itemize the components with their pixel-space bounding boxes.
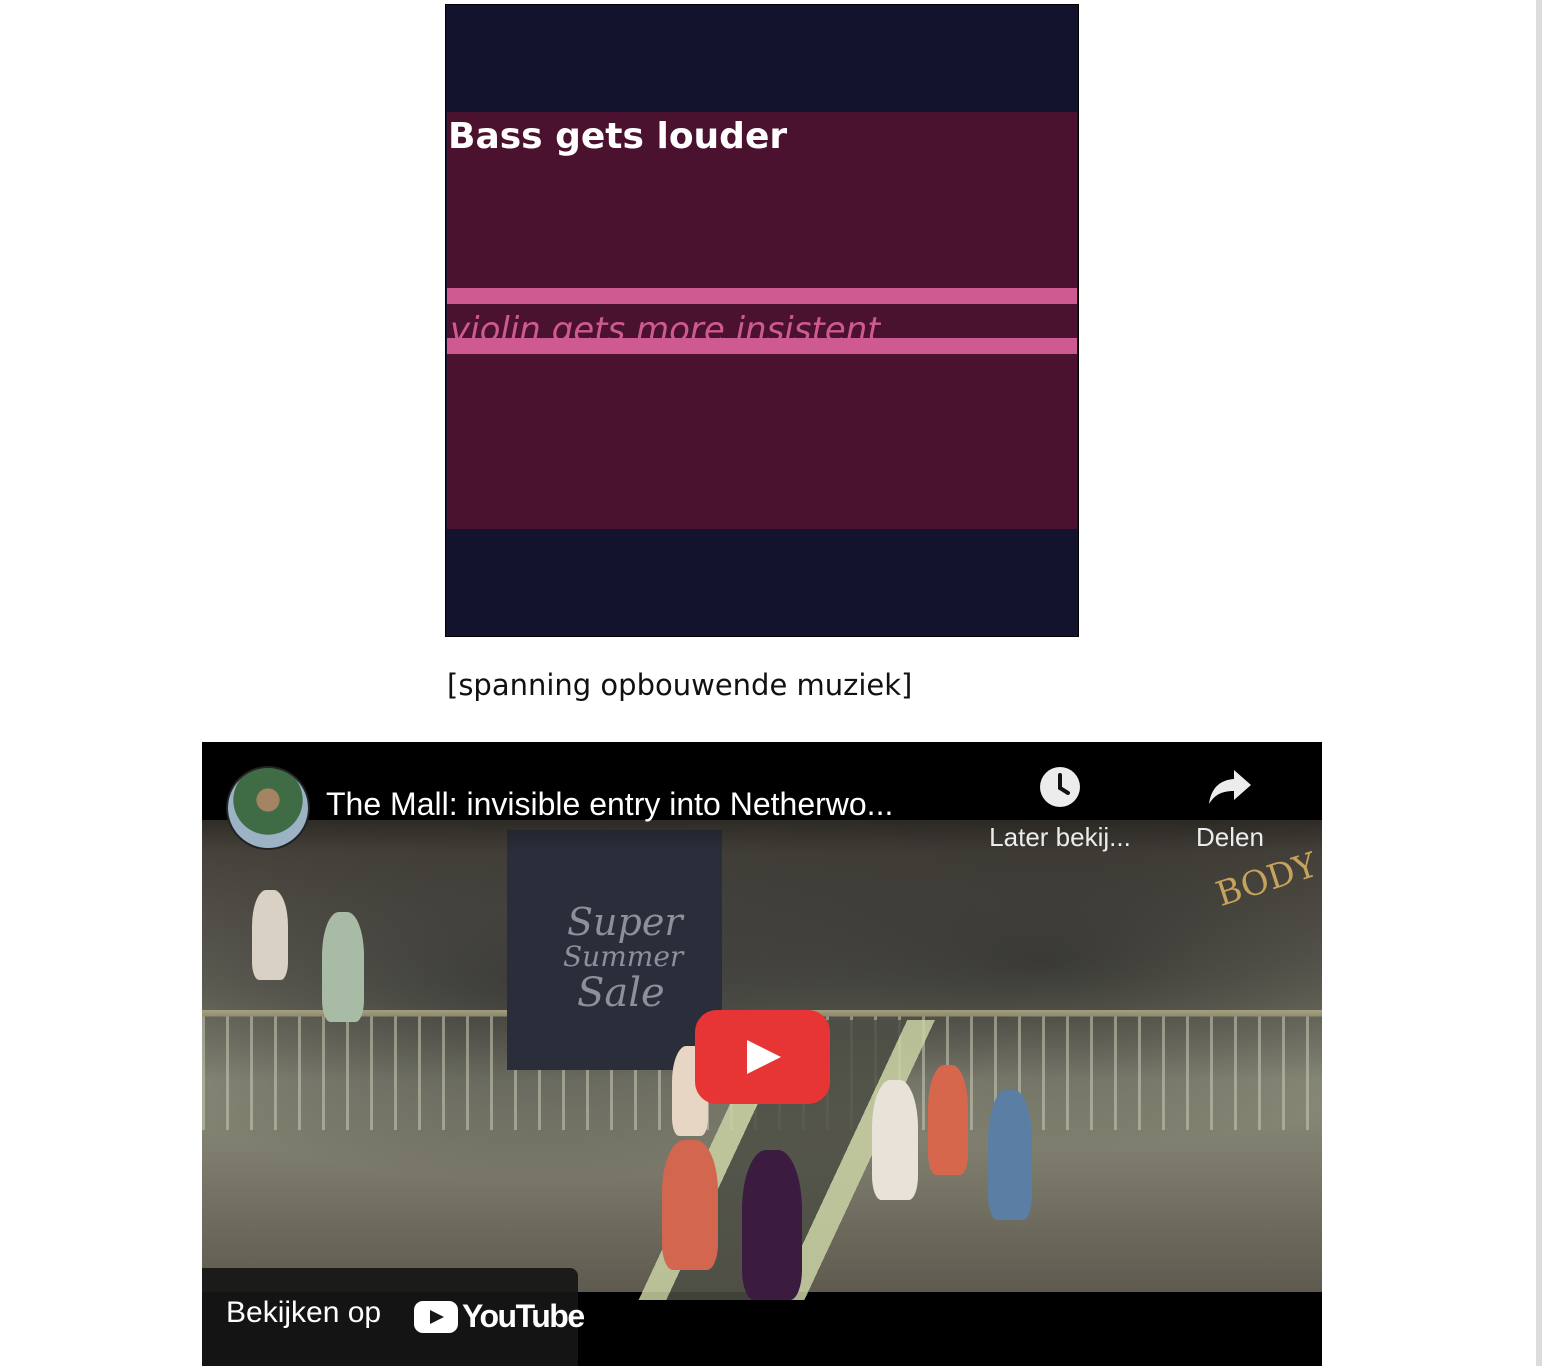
thumbnail-person	[988, 1090, 1032, 1220]
youtube-wordmark: YouTube	[462, 1298, 585, 1334]
watch-later-button[interactable]: Later bekij...	[980, 764, 1140, 853]
play-icon	[747, 1040, 781, 1074]
share-label: Delen	[1196, 822, 1264, 852]
thumbnail-person	[252, 890, 288, 980]
transcript-line: [spanning opbouwende muziek]	[447, 668, 913, 702]
banner-line: Sale	[577, 970, 665, 1016]
share-button[interactable]: Delen	[1170, 764, 1290, 853]
accent-stripe-top	[447, 288, 1077, 304]
watch-later-label: Later bekij...	[989, 822, 1131, 852]
clock-icon	[1040, 767, 1080, 807]
thumbnail-escalator	[562, 1020, 1122, 1300]
caption-visual: Bass gets louder violin gets more insist…	[445, 4, 1079, 637]
banner-line: Summer	[563, 940, 684, 973]
thumbnail-person	[322, 912, 364, 1022]
watch-on-youtube-button[interactable]: Bekijken op YouTube	[202, 1268, 585, 1366]
banner-line: Super	[567, 900, 683, 944]
thumbnail-person	[662, 1140, 718, 1270]
youtube-logo: YouTube	[414, 1298, 585, 1335]
play-button[interactable]	[695, 1010, 830, 1104]
scrollbar-edge[interactable]	[1536, 0, 1542, 1366]
bass-caption: Bass gets louder	[448, 116, 788, 157]
thumbnail-person	[928, 1065, 968, 1175]
thumbnail-person	[742, 1150, 802, 1300]
violin-caption: violin gets more insistent	[450, 310, 881, 341]
youtube-logo-icon	[414, 1300, 458, 1333]
share-arrow-icon	[1209, 770, 1251, 804]
youtube-embed[interactable]: Super Summer Sale BODY The Mall: invisib…	[202, 742, 1322, 1366]
watch-on-label: Bekijken op	[226, 1296, 382, 1329]
channel-avatar[interactable]	[226, 766, 310, 850]
video-title[interactable]: The Mall: invisible entry into Netherwo.…	[326, 786, 966, 823]
thumbnail-person	[872, 1080, 918, 1200]
accent-stripe-bottom	[447, 338, 1077, 354]
thumbnail-store-sign: BODY	[1211, 845, 1322, 915]
